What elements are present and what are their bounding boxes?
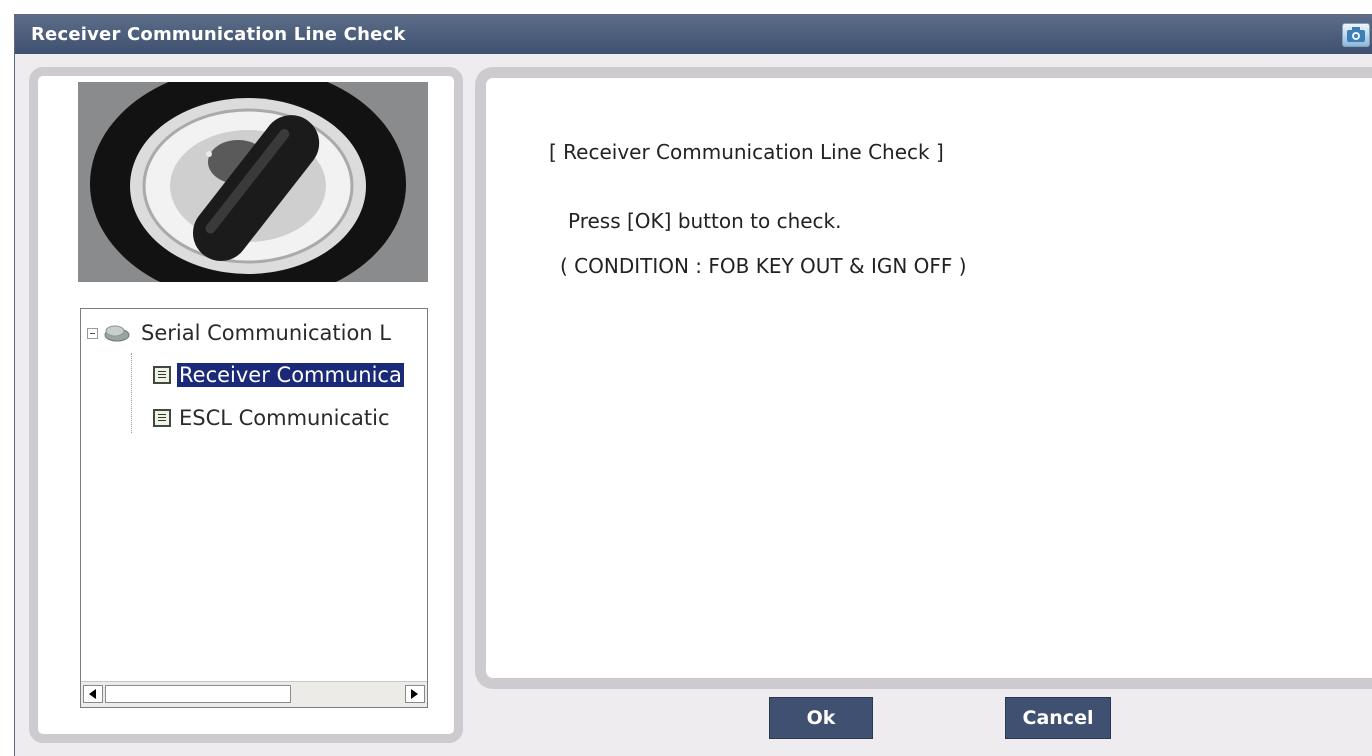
tree-item-label: ESCL Communicatic xyxy=(179,406,390,430)
collapse-icon[interactable] xyxy=(87,327,98,339)
tree-item-receiver-communication[interactable]: Receiver Communica xyxy=(153,355,404,395)
content-heading: [ Receiver Communication Line Check ] xyxy=(549,140,944,164)
instruction-text: Press [OK] button to check. xyxy=(568,209,842,233)
tree-connector-lines xyxy=(131,353,152,433)
scroll-left-arrow-icon[interactable] xyxy=(83,685,103,703)
condition-text: ( CONDITION : FOB KEY OUT & IGN OFF ) xyxy=(560,254,967,278)
document-icon xyxy=(153,409,171,427)
ignition-key-switch-photo xyxy=(78,82,428,282)
horizontal-scrollbar[interactable] xyxy=(81,681,427,707)
tree-item-label: Receiver Communica xyxy=(177,363,404,387)
title-bar[interactable]: Receiver Communication Line Check xyxy=(15,15,1372,54)
document-icon xyxy=(153,366,171,384)
tree-item-serial-communication[interactable]: Serial Communication L xyxy=(87,313,393,353)
cancel-button[interactable]: Cancel xyxy=(1005,697,1111,739)
window-title: Receiver Communication Line Check xyxy=(31,24,406,45)
tree-item-escl-communication[interactable]: ESCL Communicatic xyxy=(153,398,392,438)
camera-icon[interactable] xyxy=(1342,23,1370,47)
tree-item-label: Serial Communication L xyxy=(141,321,391,345)
tree-view[interactable]: Serial Communication L Receiver Communic… xyxy=(80,308,428,708)
dialog-window: Receiver Communication Line Check Serial… xyxy=(14,14,1372,756)
left-panel: Serial Communication L Receiver Communic… xyxy=(29,67,463,743)
scroll-right-arrow-icon[interactable] xyxy=(405,685,425,703)
content-panel: [ Receiver Communication Line Check ] Pr… xyxy=(475,67,1372,689)
ok-button[interactable]: Ok xyxy=(769,697,873,739)
network-icon xyxy=(103,323,131,343)
scrollbar-thumb[interactable] xyxy=(105,685,291,703)
